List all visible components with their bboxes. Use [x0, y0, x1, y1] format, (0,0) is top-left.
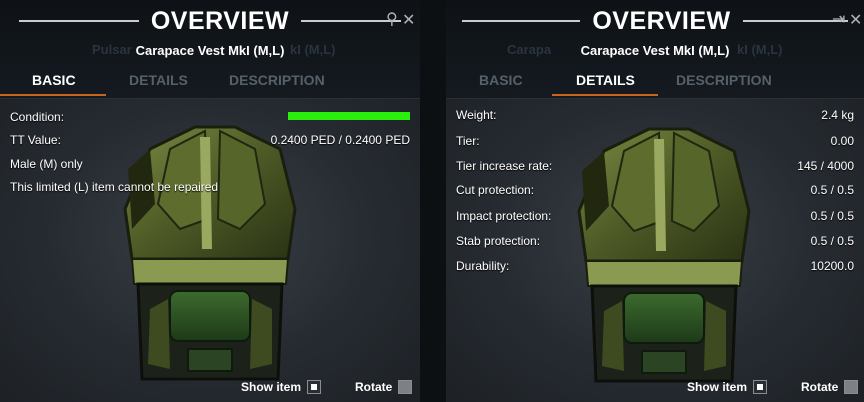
- item-preview-area[interactable]: Condition: TT Value: 0.2400 PED / 0.2400…: [0, 98, 420, 402]
- show-item-checkbox[interactable]: [307, 380, 322, 394]
- durability-row: Durability: 10200.0: [456, 259, 854, 275]
- impact-protection-value: 0.5 / 0.5: [810, 209, 854, 223]
- weight-label: Weight:: [456, 108, 497, 122]
- armor-vest-model: [577, 127, 751, 383]
- tt-value-label: TT Value:: [10, 133, 61, 147]
- stab-protection-value: 0.5 / 0.5: [810, 234, 854, 248]
- rotate-checkbox[interactable]: [844, 380, 859, 394]
- window-title: OVERVIEW: [150, 6, 290, 35]
- gender-restriction-text: Male (M) only: [10, 157, 83, 171]
- show-item-toggle[interactable]: Show item: [241, 380, 322, 394]
- gender-row: Male (M) only: [10, 157, 410, 173]
- tier-value: 0.00: [830, 134, 854, 148]
- subtitle-area: Pulsar kI (M,L) Carapace Vest MkI (M,L): [0, 42, 420, 60]
- tab-details[interactable]: DETAILS: [129, 72, 188, 88]
- pin-sideways-icon[interactable]: ⇥: [832, 9, 845, 29]
- cut-protection-value: 0.5 / 0.5: [810, 183, 854, 197]
- durability-value: 10200.0: [810, 259, 854, 273]
- title-divider-left: [18, 20, 139, 22]
- ghost-subtitle-right: kI (M,L): [290, 42, 336, 57]
- armor-vest-model: [123, 125, 297, 381]
- ghost-subtitle: Carapa: [507, 42, 552, 57]
- close-icon[interactable]: ✕: [849, 10, 862, 30]
- title-row: OVERVIEW: [446, 6, 864, 36]
- impact-protection-label: Impact protection:: [456, 209, 552, 223]
- rotate-checkbox[interactable]: [398, 380, 413, 394]
- tier-increase-value: 145 / 4000: [797, 159, 854, 173]
- tab-bar: BASIC DETAILS DESCRIPTION: [0, 68, 420, 96]
- window-header[interactable]: OVERVIEW ⚲ ✕ Pulsar kI (M,L) Carapace Ve…: [0, 0, 420, 98]
- item-preview-area[interactable]: Weight: 2.4 kg Tier: 0.00 Tier increase …: [446, 98, 864, 402]
- show-item-label: Show item: [687, 380, 748, 394]
- weight-row: Weight: 2.4 kg: [456, 108, 854, 124]
- pin-icon[interactable]: ⚲: [386, 9, 398, 29]
- ghost-subtitle: Pulsar: [92, 42, 132, 57]
- item-info-window-details: OVERVIEW ⇥ ✕ Carapa kI (M,L) Carapace Ve…: [446, 0, 864, 402]
- tier-increase-row: Tier increase rate: 145 / 4000: [456, 159, 854, 175]
- tier-label: Tier:: [456, 134, 480, 148]
- tab-basic[interactable]: BASIC: [479, 72, 523, 88]
- title-row: OVERVIEW: [0, 6, 420, 36]
- tab-bar: BASIC DETAILS DESCRIPTION: [446, 68, 864, 96]
- tab-basic[interactable]: BASIC: [32, 72, 76, 88]
- condition-bar: [288, 112, 410, 120]
- window-title: OVERVIEW: [592, 6, 731, 35]
- limited-row: This limited (L) item cannot be repaired: [10, 180, 410, 196]
- limited-item-text: This limited (L) item cannot be repaired: [10, 180, 219, 194]
- item-name: Carapace Vest MkI (M,L): [580, 43, 730, 58]
- ghost-subtitle-right: kI (M,L): [737, 42, 783, 57]
- rotate-toggle[interactable]: Rotate: [355, 380, 413, 394]
- close-icon[interactable]: ✕: [402, 10, 415, 30]
- tier-row: Tier: 0.00: [456, 134, 854, 150]
- durability-label: Durability:: [456, 259, 510, 273]
- tab-details[interactable]: DETAILS: [576, 72, 635, 88]
- condition-row: Condition:: [10, 110, 410, 126]
- cut-protection-row: Cut protection: 0.5 / 0.5: [456, 183, 854, 199]
- window-gap: [420, 0, 446, 402]
- rotate-toggle[interactable]: Rotate: [801, 380, 859, 394]
- tt-value: 0.2400 PED / 0.2400 PED: [270, 133, 410, 147]
- subtitle-area: Carapa kI (M,L) Carapace Vest MkI (M,L): [446, 42, 864, 60]
- show-item-checkbox[interactable]: [753, 380, 768, 394]
- active-tab-indicator: [552, 94, 658, 96]
- tt-value-row: TT Value: 0.2400 PED / 0.2400 PED: [10, 133, 410, 149]
- stab-protection-row: Stab protection: 0.5 / 0.5: [456, 234, 854, 250]
- impact-protection-row: Impact protection: 0.5 / 0.5: [456, 209, 854, 225]
- tab-description[interactable]: DESCRIPTION: [229, 72, 325, 88]
- item-name: Carapace Vest MkI (M,L): [135, 43, 285, 58]
- weight-value: 2.4 kg: [821, 108, 854, 122]
- title-divider-left: [462, 20, 581, 22]
- show-item-label: Show item: [241, 380, 302, 394]
- show-item-toggle[interactable]: Show item: [687, 380, 768, 394]
- rotate-label: Rotate: [355, 380, 393, 394]
- item-info-window-basic: OVERVIEW ⚲ ✕ Pulsar kI (M,L) Carapace Ve…: [0, 0, 420, 402]
- cut-protection-label: Cut protection:: [456, 183, 535, 197]
- window-header[interactable]: OVERVIEW ⇥ ✕ Carapa kI (M,L) Carapace Ve…: [446, 0, 864, 98]
- active-tab-indicator: [0, 94, 106, 96]
- stab-protection-label: Stab protection:: [456, 234, 541, 248]
- tab-description[interactable]: DESCRIPTION: [676, 72, 772, 88]
- condition-label: Condition:: [10, 110, 65, 124]
- rotate-label: Rotate: [801, 380, 839, 394]
- tier-increase-label: Tier increase rate:: [456, 159, 553, 173]
